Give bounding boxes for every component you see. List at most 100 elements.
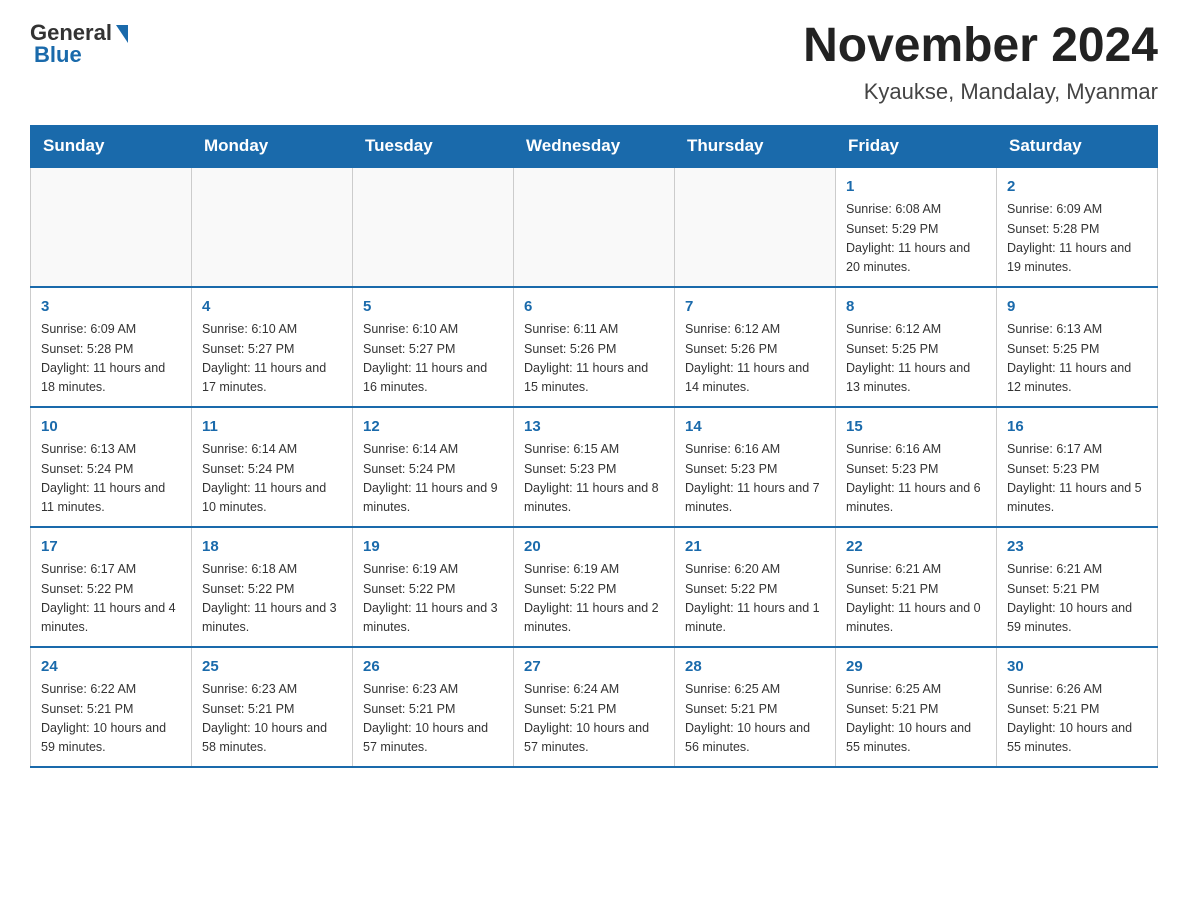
- calendar-cell: 21Sunrise: 6:20 AM Sunset: 5:22 PM Dayli…: [675, 527, 836, 647]
- logo-blue-text: Blue: [34, 42, 82, 68]
- day-info: Sunrise: 6:26 AM Sunset: 5:21 PM Dayligh…: [1007, 680, 1147, 758]
- calendar-cell: 2Sunrise: 6:09 AM Sunset: 5:28 PM Daylig…: [997, 167, 1158, 287]
- day-info: Sunrise: 6:16 AM Sunset: 5:23 PM Dayligh…: [685, 440, 825, 518]
- calendar-cell: [675, 167, 836, 287]
- calendar-cell: [31, 167, 192, 287]
- calendar-cell: 14Sunrise: 6:16 AM Sunset: 5:23 PM Dayli…: [675, 407, 836, 527]
- day-number: 26: [363, 656, 503, 679]
- day-number: 7: [685, 296, 825, 319]
- day-number: 12: [363, 416, 503, 439]
- calendar-cell: 1Sunrise: 6:08 AM Sunset: 5:29 PM Daylig…: [836, 167, 997, 287]
- calendar-header-friday: Friday: [836, 125, 997, 167]
- calendar-cell: 25Sunrise: 6:23 AM Sunset: 5:21 PM Dayli…: [192, 647, 353, 767]
- day-number: 22: [846, 536, 986, 559]
- calendar-cell: 27Sunrise: 6:24 AM Sunset: 5:21 PM Dayli…: [514, 647, 675, 767]
- calendar-week-row: 3Sunrise: 6:09 AM Sunset: 5:28 PM Daylig…: [31, 287, 1158, 407]
- day-number: 28: [685, 656, 825, 679]
- calendar-cell: 28Sunrise: 6:25 AM Sunset: 5:21 PM Dayli…: [675, 647, 836, 767]
- calendar-cell: [514, 167, 675, 287]
- day-info: Sunrise: 6:17 AM Sunset: 5:23 PM Dayligh…: [1007, 440, 1147, 518]
- day-info: Sunrise: 6:19 AM Sunset: 5:22 PM Dayligh…: [524, 560, 664, 638]
- day-number: 30: [1007, 656, 1147, 679]
- day-number: 13: [524, 416, 664, 439]
- calendar-cell: 6Sunrise: 6:11 AM Sunset: 5:26 PM Daylig…: [514, 287, 675, 407]
- day-number: 19: [363, 536, 503, 559]
- day-number: 17: [41, 536, 181, 559]
- page-subtitle: Kyaukse, Mandalay, Myanmar: [803, 79, 1158, 105]
- title-block: November 2024 Kyaukse, Mandalay, Myanmar: [803, 20, 1158, 105]
- calendar-week-row: 1Sunrise: 6:08 AM Sunset: 5:29 PM Daylig…: [31, 167, 1158, 287]
- day-number: 29: [846, 656, 986, 679]
- calendar-cell: 4Sunrise: 6:10 AM Sunset: 5:27 PM Daylig…: [192, 287, 353, 407]
- calendar-cell: 20Sunrise: 6:19 AM Sunset: 5:22 PM Dayli…: [514, 527, 675, 647]
- day-info: Sunrise: 6:21 AM Sunset: 5:21 PM Dayligh…: [1007, 560, 1147, 638]
- day-number: 9: [1007, 296, 1147, 319]
- day-info: Sunrise: 6:23 AM Sunset: 5:21 PM Dayligh…: [363, 680, 503, 758]
- day-number: 4: [202, 296, 342, 319]
- day-number: 24: [41, 656, 181, 679]
- calendar-cell: 26Sunrise: 6:23 AM Sunset: 5:21 PM Dayli…: [353, 647, 514, 767]
- calendar-header-monday: Monday: [192, 125, 353, 167]
- day-number: 27: [524, 656, 664, 679]
- day-number: 21: [685, 536, 825, 559]
- day-info: Sunrise: 6:17 AM Sunset: 5:22 PM Dayligh…: [41, 560, 181, 638]
- calendar-header-wednesday: Wednesday: [514, 125, 675, 167]
- day-info: Sunrise: 6:13 AM Sunset: 5:24 PM Dayligh…: [41, 440, 181, 518]
- calendar-cell: 13Sunrise: 6:15 AM Sunset: 5:23 PM Dayli…: [514, 407, 675, 527]
- day-info: Sunrise: 6:21 AM Sunset: 5:21 PM Dayligh…: [846, 560, 986, 638]
- calendar-cell: 11Sunrise: 6:14 AM Sunset: 5:24 PM Dayli…: [192, 407, 353, 527]
- calendar-cell: 30Sunrise: 6:26 AM Sunset: 5:21 PM Dayli…: [997, 647, 1158, 767]
- day-info: Sunrise: 6:25 AM Sunset: 5:21 PM Dayligh…: [685, 680, 825, 758]
- calendar-cell: 7Sunrise: 6:12 AM Sunset: 5:26 PM Daylig…: [675, 287, 836, 407]
- calendar-week-row: 24Sunrise: 6:22 AM Sunset: 5:21 PM Dayli…: [31, 647, 1158, 767]
- day-info: Sunrise: 6:14 AM Sunset: 5:24 PM Dayligh…: [363, 440, 503, 518]
- calendar-cell: 16Sunrise: 6:17 AM Sunset: 5:23 PM Dayli…: [997, 407, 1158, 527]
- day-info: Sunrise: 6:20 AM Sunset: 5:22 PM Dayligh…: [685, 560, 825, 638]
- day-number: 5: [363, 296, 503, 319]
- day-info: Sunrise: 6:10 AM Sunset: 5:27 PM Dayligh…: [363, 320, 503, 398]
- calendar-cell: 8Sunrise: 6:12 AM Sunset: 5:25 PM Daylig…: [836, 287, 997, 407]
- day-info: Sunrise: 6:22 AM Sunset: 5:21 PM Dayligh…: [41, 680, 181, 758]
- day-info: Sunrise: 6:12 AM Sunset: 5:25 PM Dayligh…: [846, 320, 986, 398]
- day-number: 8: [846, 296, 986, 319]
- day-info: Sunrise: 6:18 AM Sunset: 5:22 PM Dayligh…: [202, 560, 342, 638]
- page-title: November 2024: [803, 20, 1158, 73]
- calendar-cell: 5Sunrise: 6:10 AM Sunset: 5:27 PM Daylig…: [353, 287, 514, 407]
- day-number: 10: [41, 416, 181, 439]
- calendar-cell: 17Sunrise: 6:17 AM Sunset: 5:22 PM Dayli…: [31, 527, 192, 647]
- calendar-cell: 23Sunrise: 6:21 AM Sunset: 5:21 PM Dayli…: [997, 527, 1158, 647]
- calendar-cell: 12Sunrise: 6:14 AM Sunset: 5:24 PM Dayli…: [353, 407, 514, 527]
- day-info: Sunrise: 6:13 AM Sunset: 5:25 PM Dayligh…: [1007, 320, 1147, 398]
- day-number: 20: [524, 536, 664, 559]
- calendar-cell: 22Sunrise: 6:21 AM Sunset: 5:21 PM Dayli…: [836, 527, 997, 647]
- day-info: Sunrise: 6:25 AM Sunset: 5:21 PM Dayligh…: [846, 680, 986, 758]
- day-info: Sunrise: 6:09 AM Sunset: 5:28 PM Dayligh…: [41, 320, 181, 398]
- day-number: 15: [846, 416, 986, 439]
- calendar-header-saturday: Saturday: [997, 125, 1158, 167]
- day-number: 3: [41, 296, 181, 319]
- day-number: 14: [685, 416, 825, 439]
- calendar-week-row: 10Sunrise: 6:13 AM Sunset: 5:24 PM Dayli…: [31, 407, 1158, 527]
- day-number: 1: [846, 176, 986, 199]
- day-number: 18: [202, 536, 342, 559]
- day-info: Sunrise: 6:14 AM Sunset: 5:24 PM Dayligh…: [202, 440, 342, 518]
- calendar-week-row: 17Sunrise: 6:17 AM Sunset: 5:22 PM Dayli…: [31, 527, 1158, 647]
- day-number: 16: [1007, 416, 1147, 439]
- day-number: 11: [202, 416, 342, 439]
- calendar-cell: 3Sunrise: 6:09 AM Sunset: 5:28 PM Daylig…: [31, 287, 192, 407]
- day-info: Sunrise: 6:19 AM Sunset: 5:22 PM Dayligh…: [363, 560, 503, 638]
- day-info: Sunrise: 6:24 AM Sunset: 5:21 PM Dayligh…: [524, 680, 664, 758]
- calendar-header-sunday: Sunday: [31, 125, 192, 167]
- calendar-cell: 19Sunrise: 6:19 AM Sunset: 5:22 PM Dayli…: [353, 527, 514, 647]
- day-info: Sunrise: 6:23 AM Sunset: 5:21 PM Dayligh…: [202, 680, 342, 758]
- calendar-cell: 18Sunrise: 6:18 AM Sunset: 5:22 PM Dayli…: [192, 527, 353, 647]
- day-number: 25: [202, 656, 342, 679]
- calendar-cell: [353, 167, 514, 287]
- calendar-cell: 15Sunrise: 6:16 AM Sunset: 5:23 PM Dayli…: [836, 407, 997, 527]
- calendar-cell: 9Sunrise: 6:13 AM Sunset: 5:25 PM Daylig…: [997, 287, 1158, 407]
- day-info: Sunrise: 6:15 AM Sunset: 5:23 PM Dayligh…: [524, 440, 664, 518]
- calendar-cell: [192, 167, 353, 287]
- day-info: Sunrise: 6:12 AM Sunset: 5:26 PM Dayligh…: [685, 320, 825, 398]
- day-info: Sunrise: 6:16 AM Sunset: 5:23 PM Dayligh…: [846, 440, 986, 518]
- calendar-cell: 10Sunrise: 6:13 AM Sunset: 5:24 PM Dayli…: [31, 407, 192, 527]
